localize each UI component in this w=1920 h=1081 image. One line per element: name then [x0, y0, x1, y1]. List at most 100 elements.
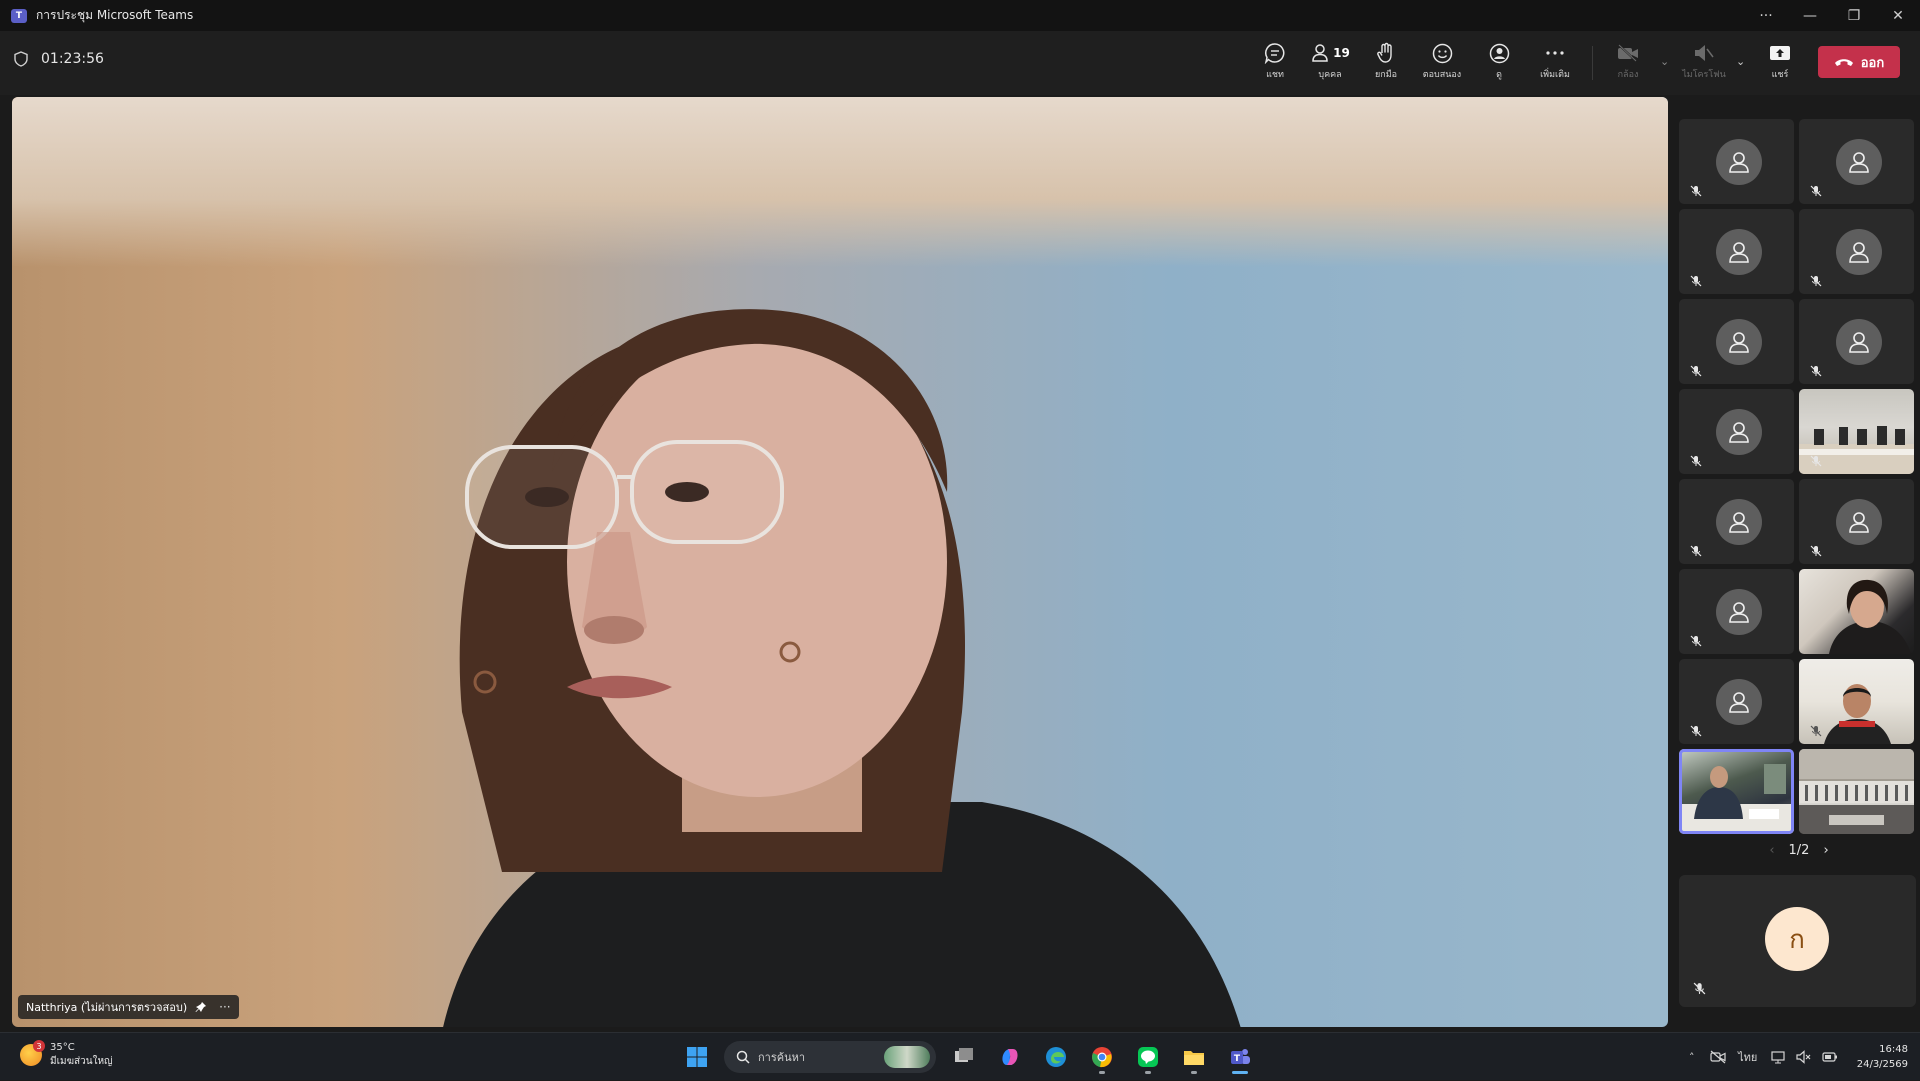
leave-button[interactable]: ออก: [1818, 46, 1900, 78]
raise-hand-button[interactable]: ยกมือ: [1358, 40, 1414, 88]
avatar-placeholder-icon: [1716, 409, 1762, 455]
mic-chevron-icon[interactable]: ⌄: [1736, 55, 1745, 68]
participant-video-tile[interactable]: [1799, 389, 1914, 474]
chevron-up-icon[interactable]: ˄: [1679, 1051, 1705, 1064]
view-button[interactable]: ดู: [1471, 40, 1527, 88]
participant-tile[interactable]: [1679, 659, 1794, 744]
mic-muted-icon: [1810, 275, 1822, 287]
meet-now-icon[interactable]: [1705, 1050, 1731, 1064]
avatar-placeholder-icon: [1716, 589, 1762, 635]
minimize-button[interactable]: —: [1788, 0, 1832, 31]
people-icon: [1312, 44, 1328, 62]
mic-muted-icon: [1810, 725, 1822, 737]
volume-muted-icon[interactable]: [1791, 1050, 1817, 1064]
more-options-icon[interactable]: ···: [1744, 0, 1788, 31]
line-app[interactable]: [1130, 1039, 1166, 1075]
mic-muted-icon: [1810, 365, 1822, 377]
participant-tile[interactable]: [1799, 479, 1914, 564]
teams-logo-icon: T: [11, 8, 27, 23]
close-button[interactable]: ✕: [1876, 0, 1920, 31]
weather-desc: มีเมฆส่วนใหญ่: [50, 1056, 113, 1067]
participant-video-tile-selected[interactable]: [1679, 749, 1794, 834]
participant-tile[interactable]: [1679, 299, 1794, 384]
folder-icon: [1184, 1051, 1204, 1065]
line-icon: [1138, 1047, 1158, 1067]
weather-widget[interactable]: 3 35°C มีเมฆส่วนใหญ่: [20, 1040, 113, 1069]
chat-icon: [1264, 43, 1285, 64]
share-screen-icon: [1770, 46, 1790, 60]
chat-button[interactable]: แชท: [1247, 40, 1303, 88]
avatar-placeholder-icon: [1716, 319, 1762, 365]
participant-tile[interactable]: [1679, 209, 1794, 294]
camera-button[interactable]: กล้อง: [1600, 40, 1656, 88]
participant-video-feed: [1829, 579, 1911, 654]
search-icon: [736, 1050, 750, 1064]
more-button[interactable]: เพิ่มเติม: [1527, 40, 1583, 88]
participant-video-tile[interactable]: [1799, 569, 1914, 654]
title-bar: T การประชุม Microsoft Teams ··· — ❐ ✕: [0, 0, 1920, 31]
teams-icon: T: [1231, 1049, 1250, 1064]
clock-time: 16:48: [1879, 1044, 1908, 1055]
teams-app[interactable]: T: [1222, 1039, 1258, 1075]
start-button[interactable]: [680, 1040, 714, 1074]
system-clock[interactable]: 16:48 24/3/2569: [1857, 1042, 1908, 1072]
file-explorer-app[interactable]: [1176, 1039, 1212, 1075]
camera-chevron-icon[interactable]: ⌄: [1660, 55, 1669, 68]
view-person-icon: [1489, 43, 1509, 63]
people-button[interactable]: 19 บุคคล: [1302, 40, 1358, 88]
network-icon[interactable]: [1765, 1050, 1791, 1064]
main-video-stage[interactable]: Natthriya (ไม่ผ่านการตรวจสอบ) ···: [12, 97, 1668, 1027]
avatar-placeholder-icon: [1716, 679, 1762, 725]
svg-text:T: T: [1234, 1054, 1241, 1064]
restore-button[interactable]: ❐: [1832, 0, 1876, 31]
more-label: เพิ่มเติม: [1540, 70, 1570, 80]
edge-app[interactable]: [1038, 1039, 1074, 1075]
speaker-off-icon: [1695, 45, 1714, 61]
weather-badge: 3: [33, 1040, 45, 1052]
avatar-placeholder-icon: [1836, 499, 1882, 545]
next-page-icon[interactable]: ›: [1823, 843, 1828, 858]
meeting-timer: 01:23:56: [41, 51, 104, 67]
pin-icon[interactable]: [195, 1001, 207, 1013]
participant-tile[interactable]: [1799, 119, 1914, 204]
input-language[interactable]: ไทย: [1731, 1048, 1765, 1066]
mic-muted-icon: [1690, 365, 1702, 377]
mic-button[interactable]: ไมโครโฟน: [1676, 40, 1732, 88]
task-view-app[interactable]: [946, 1039, 982, 1075]
participant-tile[interactable]: [1799, 209, 1914, 294]
previous-page-icon[interactable]: ‹: [1769, 843, 1774, 858]
copilot-icon: [1002, 1049, 1018, 1065]
react-button[interactable]: ตอบสนอง: [1414, 40, 1470, 88]
participant-tile[interactable]: [1799, 299, 1914, 384]
system-tray: ˄ ไทย 16:48 24/3/2569: [1679, 1033, 1920, 1081]
meeting-toolbar: 01:23:56 แชท 19 บุคคล ยกมือ ตอบสนอง ดู เ…: [0, 31, 1920, 95]
ellipsis-icon: [1546, 51, 1564, 55]
copilot-app[interactable]: [992, 1039, 1028, 1075]
share-button[interactable]: แชร์: [1752, 40, 1808, 88]
speaker-name: Natthriya (ไม่ผ่านการตรวจสอบ): [26, 1001, 188, 1014]
conference-hall-video: [1799, 749, 1914, 834]
battery-icon[interactable]: [1817, 1050, 1843, 1064]
self-preview-tile[interactable]: ก: [1679, 875, 1916, 1007]
participant-tile[interactable]: [1679, 119, 1794, 204]
search-placeholder: การค้นหา: [758, 1051, 806, 1064]
edge-icon: [1046, 1047, 1066, 1067]
windows-logo-icon: [687, 1047, 707, 1067]
taskbar-search[interactable]: การค้นหา: [724, 1041, 936, 1073]
mic-muted-icon: [1690, 545, 1702, 557]
search-highlight-image: [884, 1046, 930, 1068]
participant-tile[interactable]: [1679, 389, 1794, 474]
avatar-placeholder-icon: [1716, 499, 1762, 545]
task-view-icon: [955, 1048, 973, 1062]
self-avatar: ก: [1765, 907, 1829, 971]
speaker-more-icon[interactable]: ···: [219, 1000, 230, 1014]
mic-muted-icon: [1810, 185, 1822, 197]
participant-tile[interactable]: [1679, 569, 1794, 654]
chrome-app[interactable]: [1084, 1039, 1120, 1075]
participant-video-tile[interactable]: [1799, 749, 1914, 834]
page-indicator: 1/2: [1788, 843, 1810, 858]
avatar-placeholder-icon: [1836, 229, 1882, 275]
avatar-placeholder-icon: [1716, 139, 1762, 185]
participant-video-tile[interactable]: [1799, 659, 1914, 744]
participant-tile[interactable]: [1679, 479, 1794, 564]
